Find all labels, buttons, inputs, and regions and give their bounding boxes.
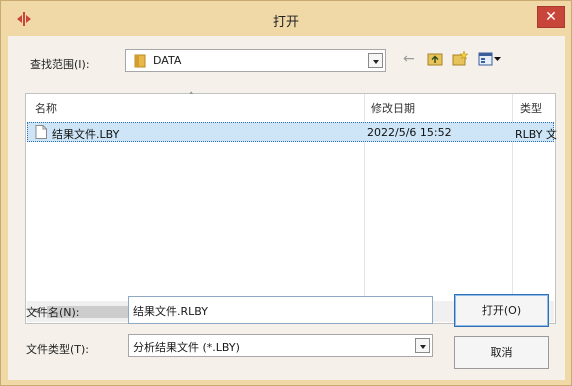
file-name: 结果文件.LBY [52,128,120,141]
file-type-value: 分析结果文件 (*.LBY) [133,341,240,354]
file-list[interactable]: 名称 ˄ 修改日期 类型 结果文件.LBY 2022/5/6 15:52 RLB… [25,92,557,324]
back-icon[interactable]: ← [403,51,419,67]
title-bar[interactable]: 打开 ✕ [1,1,571,37]
close-button[interactable]: ✕ [537,6,565,28]
chevron-down-icon[interactable] [415,338,430,353]
view-menu-icon[interactable] [478,51,502,67]
file-date: 2022/5/6 15:52 [367,126,452,139]
column-header-date[interactable]: 修改日期 [371,100,415,116]
cancel-button[interactable]: 取消 [454,336,549,369]
column-header-name[interactable]: 名称 [35,100,57,116]
column-header-type[interactable]: 类型 [520,100,542,116]
file-type: RLBY 文 [515,128,557,141]
up-folder-icon[interactable] [427,51,443,67]
file-type-combo[interactable]: 分析结果文件 (*.LBY) [128,334,433,357]
look-in-value: DATA [153,54,182,67]
file-icon [35,125,47,139]
file-name-value: 结果文件.RLBY [133,305,208,318]
look-in-combo[interactable]: DATA [125,49,386,72]
new-folder-icon[interactable] [452,51,468,67]
file-type-label: 文件类型(T): [26,343,90,356]
list-item[interactable]: 结果文件.LBY 2022/5/6 15:52 RLBY 文 [27,122,557,142]
file-name-label: 文件名(N): [26,306,80,319]
dialog-title: 打开 [272,15,299,30]
open-button[interactable]: 打开(O) [454,294,549,327]
look-in-label: 查找范围(I): [30,58,90,71]
open-file-dialog: 打开 ✕ 查找范围(I): DATA ← 名称 ˄ 修改日期 类型 结果文件.L… [0,0,572,386]
folder-icon [134,54,146,68]
chevron-down-icon[interactable] [368,53,383,68]
file-name-field[interactable]: 结果文件.RLBY [128,296,433,324]
dialog-body: 查找范围(I): DATA ← 名称 ˄ 修改日期 类型 结果文件.LBY 20… [8,36,565,380]
sort-arrow-icon: ˄ [189,92,194,102]
